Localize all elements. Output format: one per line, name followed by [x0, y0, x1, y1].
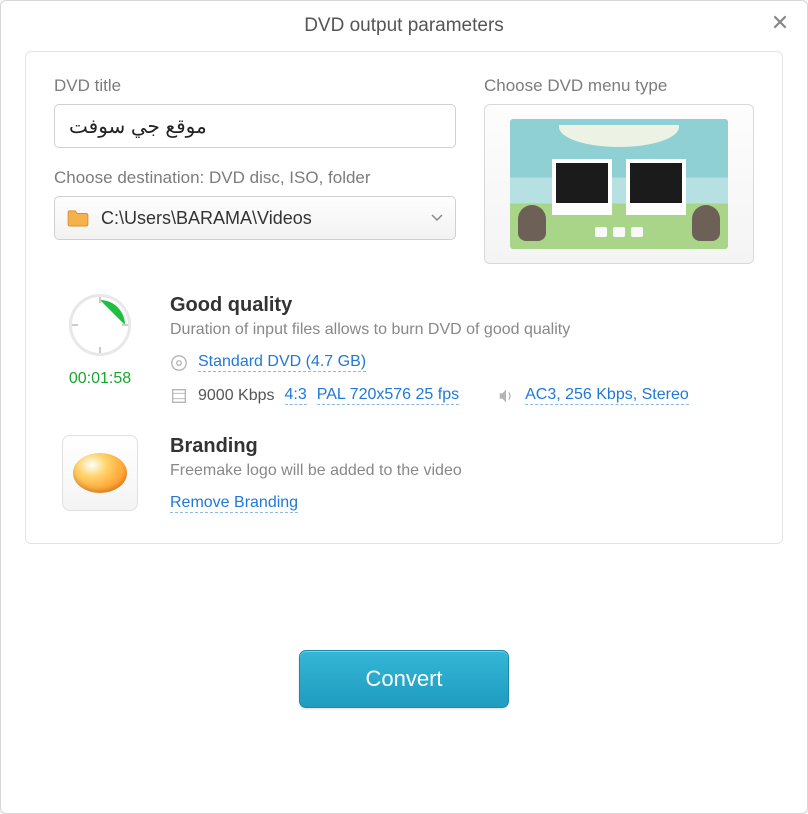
destination-dropdown[interactable]: C:\Users\BARAMA\Videos [54, 196, 456, 240]
dvd-title-input[interactable] [54, 104, 456, 148]
left-column: DVD title Choose destination: DVD disc, … [54, 76, 456, 264]
right-column: Choose DVD menu type [484, 76, 754, 264]
destination-path: C:\Users\BARAMA\Videos [101, 208, 312, 229]
bitrate-value: 9000 Kbps [198, 387, 275, 405]
film-icon [170, 387, 188, 405]
video-format-link[interactable]: PAL 720x576 25 fps [317, 386, 459, 405]
window-title: DVD output parameters [304, 15, 504, 37]
quality-section: 00:01:58 Good quality Duration of input … [54, 294, 754, 405]
branding-description: Freemake logo will be added to the video [170, 462, 754, 480]
dialog-window: DVD output parameters DVD title Choose d… [0, 0, 808, 814]
duration-value: 00:01:58 [69, 370, 131, 388]
branding-icon-box [54, 435, 146, 511]
menu-type-label: Choose DVD menu type [484, 76, 754, 96]
speaker-icon [497, 387, 515, 405]
quality-heading: Good quality [170, 294, 754, 317]
branding-body: Branding Freemake logo will be added to … [170, 435, 754, 513]
menu-thumbnail [510, 119, 728, 249]
quality-body: Good quality Duration of input files all… [170, 294, 754, 405]
content-panel: DVD title Choose destination: DVD disc, … [25, 51, 783, 544]
clock-icon [69, 294, 131, 356]
chevron-down-icon [431, 209, 443, 227]
dvd-title-label: DVD title [54, 76, 456, 96]
format-row: 9000 Kbps 4:3 PAL 720x576 25 fps AC3, 25… [170, 386, 754, 405]
duration-block: 00:01:58 [54, 294, 146, 388]
disc-type-row: Standard DVD (4.7 GB) [170, 353, 754, 372]
titlebar: DVD output parameters [1, 1, 807, 51]
branding-section: Branding Freemake logo will be added to … [54, 435, 754, 513]
convert-button[interactable]: Convert [299, 650, 509, 708]
branding-icon [62, 435, 138, 511]
folder-icon [67, 209, 89, 227]
remove-branding-link[interactable]: Remove Branding [170, 494, 298, 513]
menu-type-selector[interactable] [484, 104, 754, 264]
footer: Convert [1, 544, 807, 813]
disc-icon [170, 354, 188, 372]
disc-type-link[interactable]: Standard DVD (4.7 GB) [198, 353, 366, 372]
aspect-link[interactable]: 4:3 [285, 386, 307, 405]
close-button[interactable] [771, 13, 789, 37]
close-icon [771, 13, 789, 31]
quality-description: Duration of input files allows to burn D… [170, 321, 754, 339]
destination-label: Choose destination: DVD disc, ISO, folde… [54, 168, 456, 188]
branding-link-row: Remove Branding [170, 494, 754, 513]
top-row: DVD title Choose destination: DVD disc, … [54, 76, 754, 264]
branding-heading: Branding [170, 435, 754, 458]
audio-format-link[interactable]: AC3, 256 Kbps, Stereo [525, 386, 689, 405]
